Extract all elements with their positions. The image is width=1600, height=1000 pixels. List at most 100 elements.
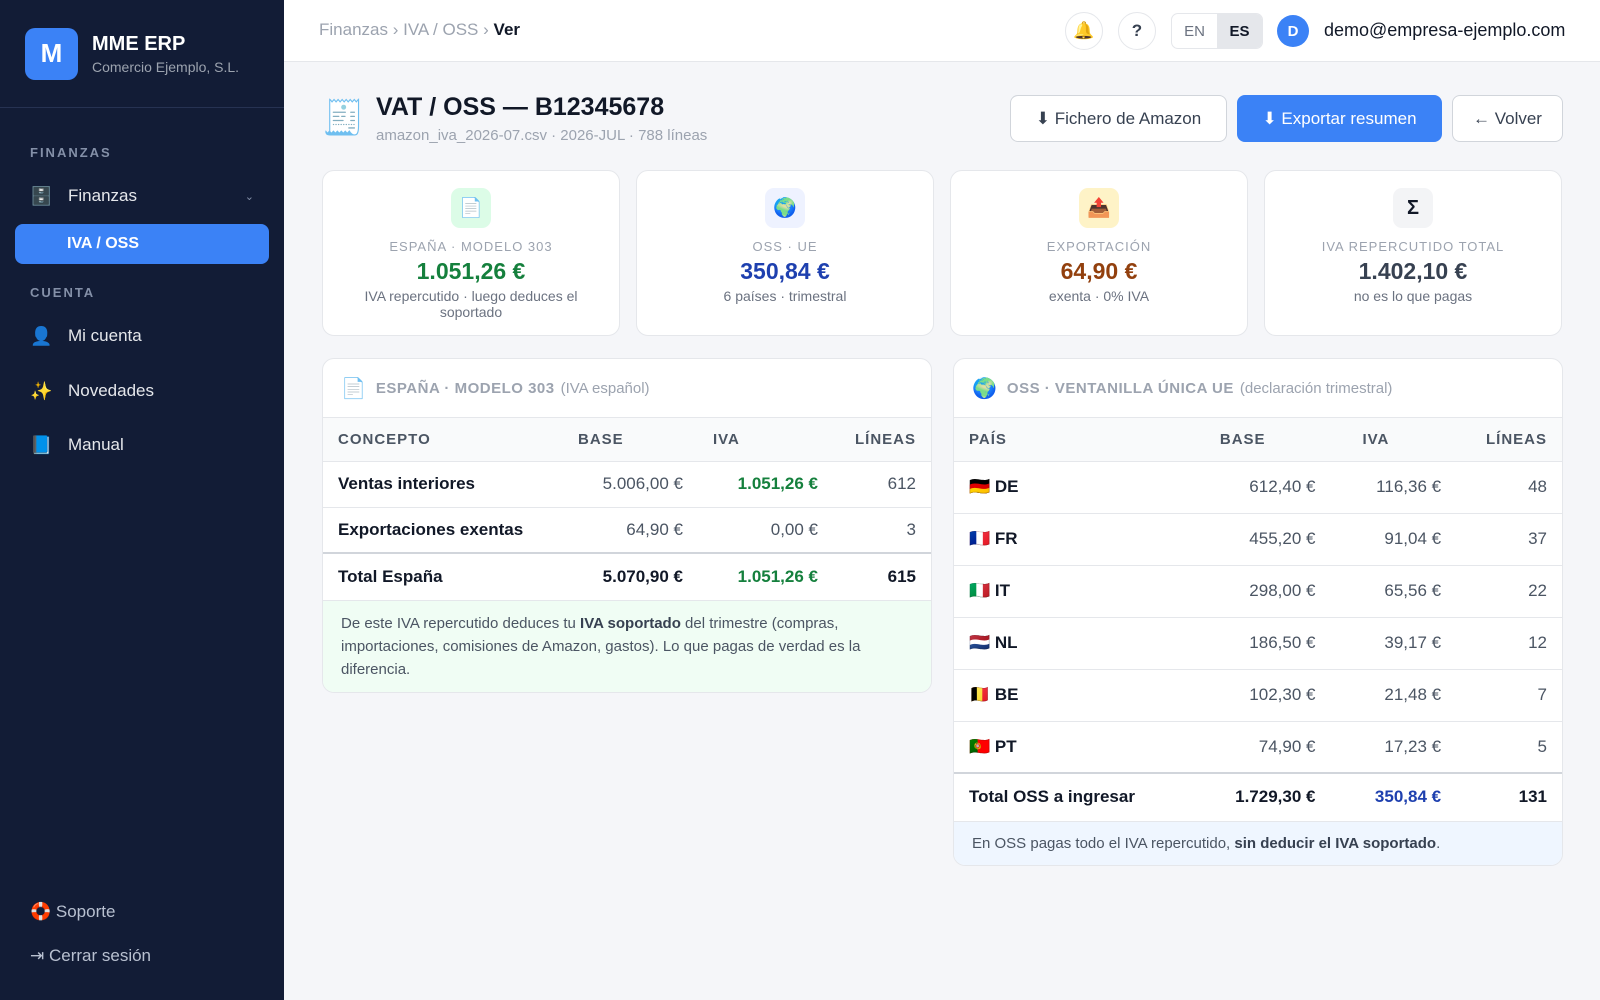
table-row: 🇮🇹 IT 298,00 € 65,56 € 22: [954, 565, 1562, 618]
concept-cell: Total OSS a ingresar: [954, 772, 1188, 822]
belgium-flag-icon: 🇧🇪: [969, 685, 991, 704]
stat-note: 6 países · trimestral: [723, 288, 847, 304]
country-code: NL: [994, 633, 1018, 652]
table-row: 🇫🇷 FR 455,20 € 91,04 € 37: [954, 513, 1562, 566]
sidebar-item-manual[interactable]: 📘 Manual: [0, 423, 284, 467]
lines-cell: 12: [1456, 617, 1562, 670]
base-cell: 1.729,30 €: [1187, 772, 1331, 822]
breadcrumb-finanzas[interactable]: Finanzas: [319, 20, 388, 39]
stat-label: EXPORTACIÓN: [1046, 239, 1152, 254]
oss-table: PAÍS BASE IVA LÍNEAS 🇩🇪 DE 612,40 € 116,…: [954, 418, 1562, 822]
base-cell: 74,90 €: [1187, 721, 1331, 774]
lines-cell: 5: [1456, 721, 1562, 774]
total-row: Total OSS a ingresar 1.729,30 € 350,84 €…: [954, 772, 1562, 822]
base-cell: 186,50 €: [1187, 617, 1331, 670]
notifications-button[interactable]: 🔔: [1065, 12, 1103, 50]
country-cell: 🇮🇹 IT: [954, 565, 1188, 618]
france-flag-icon: 🇫🇷: [969, 529, 991, 548]
spain-panel: 📄 ESPAÑA · MODELO 303 (IVA español) CONC…: [322, 358, 932, 693]
help-icon: ?: [1131, 21, 1143, 40]
receipt-icon: 🧾: [322, 99, 365, 137]
sidebar: M MME ERP Comercio Ejemplo, S.L. FINANZA…: [0, 0, 284, 1000]
chevron-down-icon: ⌄: [244, 190, 254, 203]
sidebar-item-mi-cuenta[interactable]: 👤 Mi cuenta: [0, 314, 284, 358]
sidebar-item-finanzas[interactable]: 🗄️ Finanzas ⌄: [0, 174, 284, 218]
germany-flag-icon: 🇩🇪: [969, 477, 991, 496]
document-icon: 📄: [341, 377, 366, 400]
country-code: PT: [994, 736, 1017, 756]
netherlands-flag-icon: 🇳🇱: [969, 633, 991, 652]
stat-label: OSS · UE: [752, 239, 818, 254]
panel-subtitle: (IVA español): [560, 379, 650, 397]
oss-note: En OSS pagas todo el IVA repercutido, si…: [954, 821, 1562, 865]
base-cell: 5.006,00 €: [563, 461, 698, 508]
support-link[interactable]: 🛟 Soporte: [30, 902, 115, 922]
cabinet-icon: 🗄️: [30, 185, 53, 206]
book-icon: 📘: [30, 434, 53, 455]
sparkles-icon: ✨: [30, 380, 53, 401]
breadcrumb: Finanzas › IVA / OSS › Ver: [319, 20, 520, 40]
country-cell: 🇵🇹 PT: [954, 721, 1188, 774]
lines-cell: 3: [833, 507, 931, 554]
table-row: 🇩🇪 DE 612,40 € 116,36 € 48: [954, 461, 1562, 514]
panel-header: 📄 ESPAÑA · MODELO 303 (IVA español): [323, 359, 931, 418]
column-header: IVA: [698, 418, 833, 462]
panel-title: ESPAÑA · MODELO 303: [375, 379, 555, 397]
panel-header: 🌍 OSS · VENTANILLA ÚNICA UE (declaración…: [954, 359, 1562, 418]
brand-logo: M: [25, 27, 78, 80]
sidebar-item-label: Mi cuenta: [68, 326, 142, 345]
note-text: En OSS pagas todo el IVA repercutido,: [972, 834, 1235, 852]
stat-note: no es lo que pagas: [1353, 288, 1473, 304]
table-row: Ventas interiores 5.006,00 € 1.051,26 € …: [323, 461, 931, 508]
country-code: BE: [994, 685, 1019, 704]
back-button[interactable]: ← Volver: [1452, 95, 1563, 142]
outbox-icon: 📤: [1079, 188, 1119, 228]
panel-title: OSS · VENTANILLA ÚNICA UE: [1006, 379, 1234, 397]
base-cell: 5.070,90 €: [563, 552, 698, 601]
column-header: BASE: [1187, 418, 1331, 462]
note-text: .: [1436, 834, 1441, 852]
concept-cell: Ventas interiores: [323, 461, 563, 508]
export-summary-button[interactable]: ⬇ Exportar resumen: [1237, 95, 1442, 142]
total-row: Total España 5.070,90 € 1.051,26 € 615: [323, 552, 931, 601]
country-code: IT: [994, 581, 1011, 600]
country-cell: 🇫🇷 FR: [954, 513, 1188, 566]
stat-value: 1.051,26 €: [416, 258, 526, 284]
brand-name: MME ERP: [92, 32, 186, 55]
column-header: CONCEPTO: [323, 418, 563, 462]
breadcrumb-iva-oss[interactable]: IVA / OSS: [403, 20, 478, 39]
sidebar-item-novedades[interactable]: ✨ Novedades: [0, 369, 284, 413]
oss-panel: 🌍 OSS · VENTANILLA ÚNICA UE (declaración…: [953, 358, 1563, 866]
breadcrumb-current: Ver: [493, 20, 521, 39]
sidebar-item-iva-oss[interactable]: IVA / OSS: [15, 224, 269, 264]
brand[interactable]: M MME ERP Comercio Ejemplo, S.L.: [0, 0, 284, 108]
lang-en-button[interactable]: EN: [1172, 14, 1217, 48]
breadcrumb-separator: ›: [392, 20, 399, 39]
sidebar-item-label: Manual: [68, 435, 124, 454]
lines-cell: 37: [1456, 513, 1562, 566]
iva-cell: 21,48 €: [1330, 669, 1457, 722]
user-email[interactable]: demo@empresa-ejemplo.com: [1324, 20, 1565, 41]
lines-cell: 615: [833, 552, 931, 601]
stat-value: 350,84 €: [740, 258, 830, 284]
country-code: DE: [994, 477, 1019, 496]
lines-cell: 7: [1456, 669, 1562, 722]
stat-value: 1.402,10 €: [1358, 258, 1468, 284]
base-cell: 612,40 €: [1187, 461, 1331, 514]
avatar[interactable]: D: [1277, 15, 1309, 47]
note-emphasis: IVA soportado: [580, 614, 681, 632]
bell-icon: 🔔: [1073, 21, 1095, 40]
logout-link[interactable]: ⇥ Cerrar sesión: [30, 946, 151, 966]
stat-value: 64,90 €: [1060, 258, 1138, 284]
iva-cell: 91,04 €: [1330, 513, 1457, 566]
iva-cell: 39,17 €: [1330, 617, 1457, 670]
topbar: Finanzas › IVA / OSS › Ver 🔔 ? EN ES D d…: [284, 0, 1600, 62]
section-cuenta: CUENTA: [30, 285, 96, 300]
lang-es-button[interactable]: ES: [1217, 14, 1262, 48]
country-cell: 🇳🇱 NL: [954, 617, 1188, 670]
help-button[interactable]: ?: [1118, 12, 1156, 50]
stat-label: ESPAÑA · MODELO 303: [389, 239, 553, 254]
amazon-file-button[interactable]: ⬇ Fichero de Amazon: [1010, 95, 1227, 142]
sidebar-item-label: Novedades: [68, 381, 155, 400]
stat-card-total: Σ IVA REPERCUTIDO TOTAL 1.402,10 € no es…: [1264, 170, 1562, 336]
